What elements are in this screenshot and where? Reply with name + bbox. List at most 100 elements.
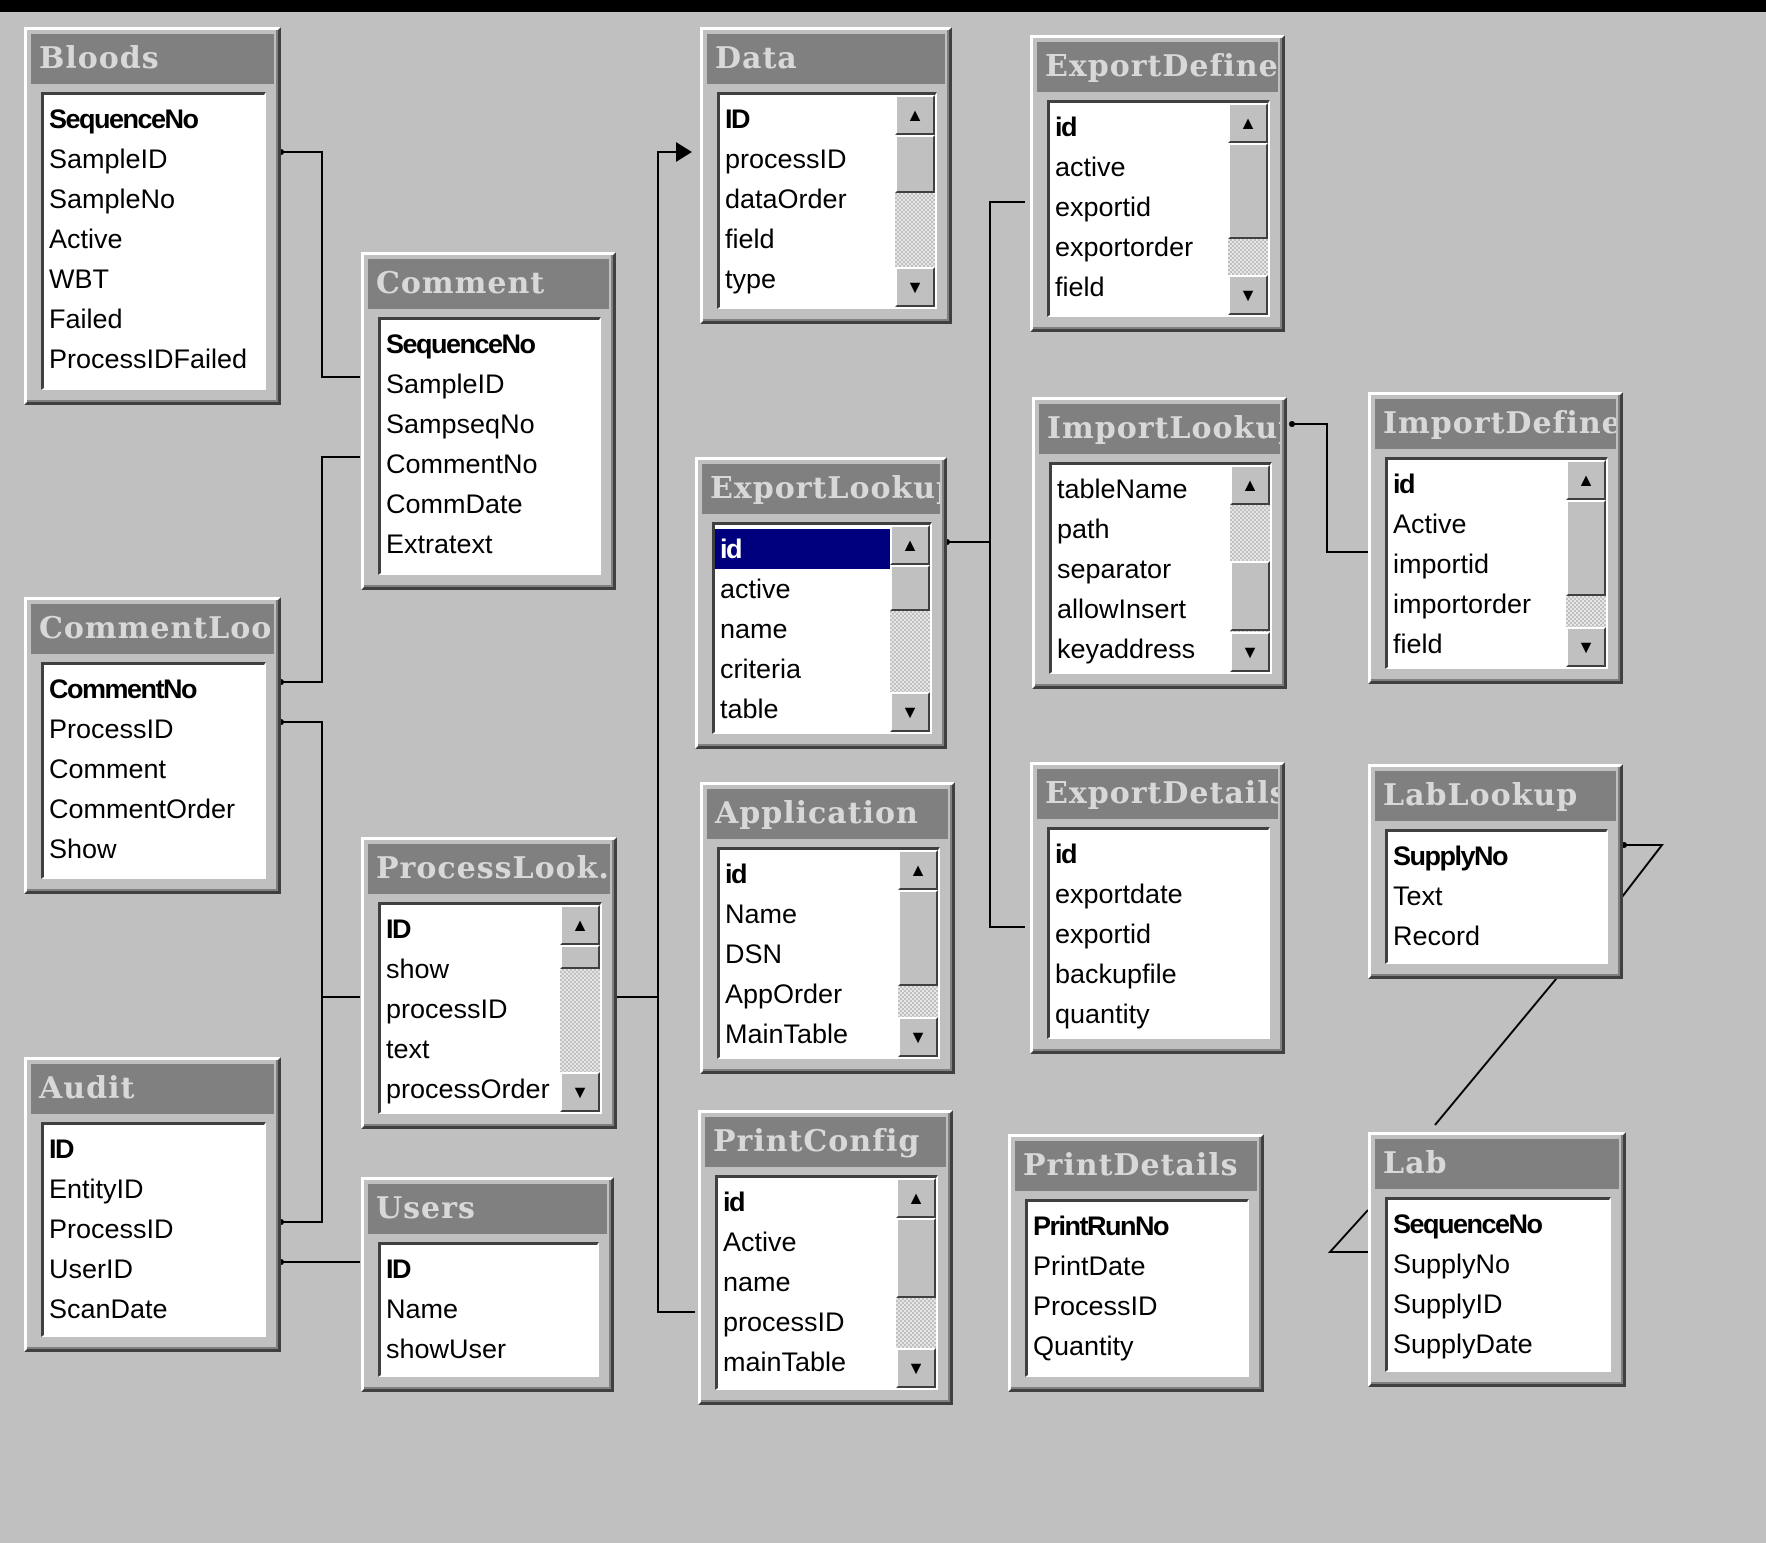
table-title-exportlookup[interactable]: ExportLookup bbox=[702, 464, 940, 514]
field-scandate[interactable]: ScanDate bbox=[44, 1289, 264, 1329]
table-title-importlookup[interactable]: ImportLookup bbox=[1039, 404, 1280, 454]
scroll-thumb[interactable] bbox=[560, 945, 600, 969]
scrollbar[interactable]: ▲ ▼ bbox=[898, 850, 938, 1057]
field-supplydate[interactable]: SupplyDate bbox=[1388, 1324, 1609, 1364]
field-processidfailed[interactable]: ProcessIDFailed bbox=[44, 339, 264, 379]
scroll-down-arrow-icon[interactable]: ▼ bbox=[896, 1348, 936, 1388]
field-type[interactable]: type bbox=[720, 259, 895, 299]
field-list-exportdefine[interactable]: id active exportid exportorder field ▲ ▼ bbox=[1047, 100, 1270, 317]
field-maintable[interactable]: MainTable bbox=[720, 1014, 898, 1054]
field-sampleid[interactable]: SampleID bbox=[381, 364, 599, 404]
table-printdetails[interactable]: PrintDetails PrintRunNo PrintDate Proces… bbox=[1008, 1134, 1264, 1392]
table-title-bloods[interactable]: Bloods bbox=[31, 34, 274, 84]
field-record[interactable]: Record bbox=[1388, 916, 1606, 956]
field-sequenceno[interactable]: SequenceNo bbox=[1388, 1204, 1609, 1244]
scroll-down-arrow-icon[interactable]: ▼ bbox=[1230, 632, 1270, 672]
field-list-importdefine[interactable]: id Active importid importorder field ▲ ▼ bbox=[1385, 457, 1608, 669]
table-title-importdefine[interactable]: ImportDefine bbox=[1375, 399, 1616, 449]
field-commdate[interactable]: CommDate bbox=[381, 484, 599, 524]
field-list-audit[interactable]: ID EntityID ProcessID UserID ScanDate bbox=[41, 1122, 266, 1337]
field-userid[interactable]: UserID bbox=[44, 1249, 264, 1289]
table-title-application[interactable]: Application bbox=[707, 789, 948, 839]
field-active[interactable]: active bbox=[1050, 147, 1228, 187]
field-commentorder[interactable]: CommentOrder bbox=[44, 789, 264, 829]
table-title-printdetails[interactable]: PrintDetails bbox=[1015, 1141, 1257, 1191]
field-exportdate[interactable]: exportdate bbox=[1050, 874, 1268, 914]
table-importlookup[interactable]: ImportLookup tableName path separator al… bbox=[1032, 397, 1287, 689]
field-sampseqno[interactable]: SampseqNo bbox=[381, 404, 599, 444]
field-active[interactable]: Active bbox=[718, 1222, 896, 1262]
scroll-down-arrow-icon[interactable]: ▼ bbox=[1228, 275, 1268, 315]
field-showuser[interactable]: showUser bbox=[381, 1329, 597, 1369]
scrollbar[interactable]: ▲ ▼ bbox=[896, 1178, 936, 1388]
field-entityid[interactable]: EntityID bbox=[44, 1169, 264, 1209]
scroll-up-arrow-icon[interactable]: ▲ bbox=[898, 850, 938, 890]
field-importid[interactable]: importid bbox=[1388, 544, 1566, 584]
table-users[interactable]: Users ID Name showUser bbox=[361, 1177, 614, 1392]
field-allowinsert[interactable]: allowInsert bbox=[1052, 589, 1230, 629]
field-supplyno[interactable]: SupplyNo bbox=[1388, 836, 1606, 876]
scroll-up-arrow-icon[interactable]: ▲ bbox=[895, 95, 935, 135]
field-id[interactable]: id bbox=[1050, 834, 1268, 874]
table-title-processlookup[interactable]: ProcessLook... bbox=[368, 844, 610, 894]
field-field[interactable]: field bbox=[720, 219, 895, 259]
field-commentno[interactable]: CommentNo bbox=[381, 444, 599, 484]
field-processid[interactable]: processID bbox=[381, 989, 560, 1029]
field-exportid[interactable]: exportid bbox=[1050, 187, 1228, 227]
table-title-comment[interactable]: Comment bbox=[368, 259, 609, 309]
field-name[interactable]: name bbox=[715, 609, 890, 649]
table-processlookup[interactable]: ProcessLook... ID show processID text pr… bbox=[361, 837, 617, 1129]
field-commentno[interactable]: CommentNo bbox=[44, 669, 264, 709]
table-importdefine[interactable]: ImportDefine id Active importid importor… bbox=[1368, 392, 1623, 684]
field-list-printdetails[interactable]: PrintRunNo PrintDate ProcessID Quantity bbox=[1025, 1199, 1249, 1377]
field-list-exportlookup[interactable]: id active name criteria table ▲ ▼ bbox=[712, 522, 932, 734]
field-list-data[interactable]: ID processID dataOrder field type ▲ ▼ bbox=[717, 92, 937, 309]
table-printconfig[interactable]: PrintConfig id Active name processID mai… bbox=[698, 1110, 953, 1405]
field-quantity[interactable]: quantity bbox=[1050, 994, 1268, 1034]
field-exportorder[interactable]: exportorder bbox=[1050, 227, 1228, 267]
field-id[interactable]: ID bbox=[381, 909, 560, 949]
field-list-comment[interactable]: SequenceNo SampleID SampseqNo CommentNo … bbox=[378, 317, 601, 575]
field-apporder[interactable]: AppOrder bbox=[720, 974, 898, 1014]
scroll-up-arrow-icon[interactable]: ▲ bbox=[1228, 103, 1268, 143]
field-extratext[interactable]: Extratext bbox=[381, 524, 599, 564]
field-name[interactable]: Name bbox=[720, 894, 898, 934]
field-id[interactable]: ID bbox=[381, 1249, 597, 1289]
field-list-importlookup[interactable]: tableName path separator allowInsert key… bbox=[1049, 462, 1272, 674]
field-text[interactable]: Text bbox=[1388, 876, 1606, 916]
table-title-printconfig[interactable]: PrintConfig bbox=[705, 1117, 946, 1167]
field-processorder[interactable]: processOrder bbox=[381, 1069, 560, 1109]
field-processid[interactable]: ProcessID bbox=[44, 709, 264, 749]
table-lab[interactable]: Lab SequenceNo SupplyNo SupplyID SupplyD… bbox=[1368, 1132, 1626, 1387]
field-processid[interactable]: ProcessID bbox=[44, 1209, 264, 1249]
field-list-processlookup[interactable]: ID show processID text processOrder ▲ ▼ bbox=[378, 902, 602, 1114]
scroll-up-arrow-icon[interactable]: ▲ bbox=[1230, 465, 1270, 505]
field-supplyid[interactable]: SupplyID bbox=[1388, 1284, 1609, 1324]
scroll-thumb[interactable] bbox=[895, 135, 935, 193]
field-list-exportdetails[interactable]: id exportdate exportid backupfile quanti… bbox=[1047, 827, 1270, 1039]
field-dataorder[interactable]: dataOrder bbox=[720, 179, 895, 219]
table-title-lablookup[interactable]: LabLookup bbox=[1375, 771, 1616, 821]
field-name[interactable]: name bbox=[718, 1262, 896, 1302]
field-dsn[interactable]: DSN bbox=[720, 934, 898, 974]
table-title-lab[interactable]: Lab bbox=[1375, 1139, 1619, 1189]
field-printdate[interactable]: PrintDate bbox=[1028, 1246, 1247, 1286]
field-tablename[interactable]: tableName bbox=[1052, 469, 1230, 509]
field-table[interactable]: table bbox=[715, 689, 890, 729]
field-id[interactable]: id bbox=[1388, 464, 1566, 504]
field-active[interactable]: Active bbox=[1388, 504, 1566, 544]
table-exportlookup[interactable]: ExportLookup id active name criteria tab… bbox=[695, 457, 947, 749]
field-path[interactable]: path bbox=[1052, 509, 1230, 549]
table-title-audit[interactable]: Audit bbox=[31, 1064, 274, 1114]
field-maintable[interactable]: mainTable bbox=[718, 1342, 896, 1382]
scroll-thumb[interactable] bbox=[1566, 500, 1606, 596]
field-sampleno[interactable]: SampleNo bbox=[44, 179, 264, 219]
field-sequenceno[interactable]: SequenceNo bbox=[381, 324, 599, 364]
field-processid[interactable]: processID bbox=[718, 1302, 896, 1342]
field-id[interactable]: ID bbox=[720, 99, 895, 139]
field-processid[interactable]: processID bbox=[720, 139, 895, 179]
table-title-users[interactable]: Users bbox=[368, 1184, 607, 1234]
field-list-lab[interactable]: SequenceNo SupplyNo SupplyID SupplyDate bbox=[1385, 1197, 1611, 1372]
table-audit[interactable]: Audit ID EntityID ProcessID UserID ScanD… bbox=[24, 1057, 281, 1352]
field-list-bloods[interactable]: SequenceNo SampleID SampleNo Active WBT … bbox=[41, 92, 266, 390]
